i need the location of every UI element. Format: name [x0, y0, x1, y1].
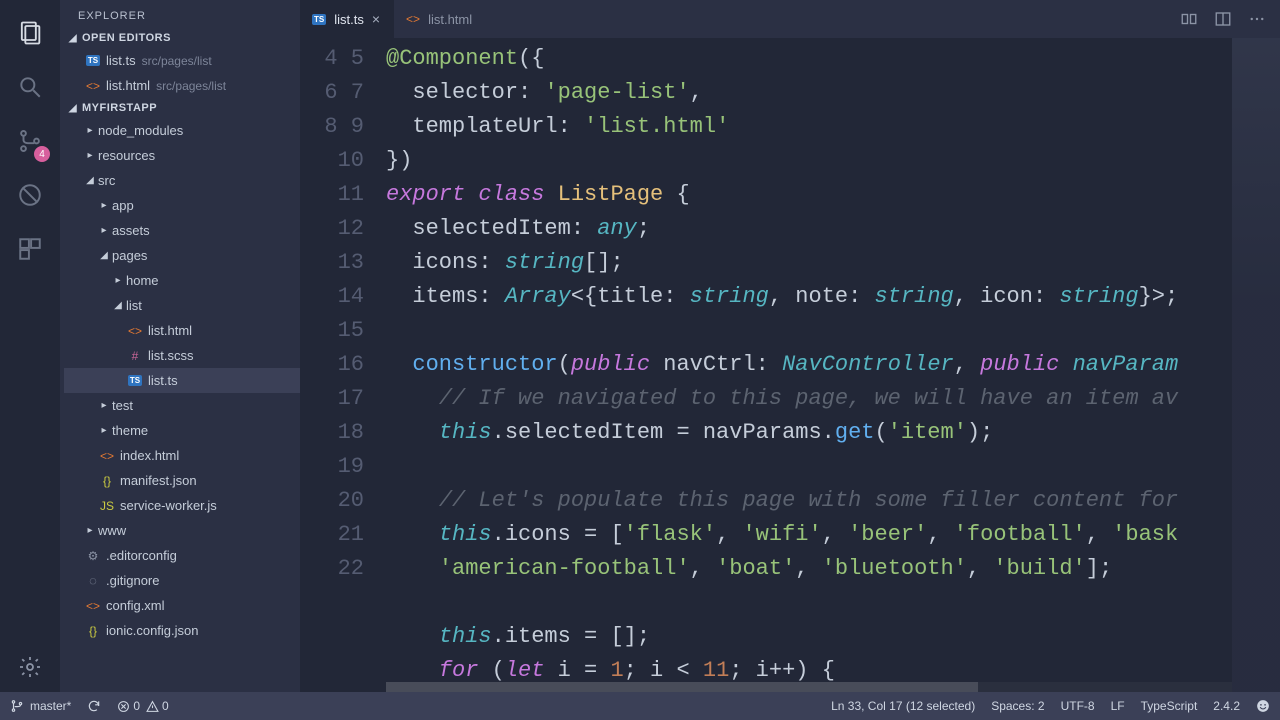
language-status[interactable]: TypeScript: [1141, 699, 1198, 713]
json-file-icon: {}: [84, 624, 102, 638]
editor-area: TS list.ts × <> list.html: [300, 0, 1280, 692]
sidebar: EXPLORER ◢ OPEN EDITORS TS list.ts src/p…: [60, 0, 300, 692]
line-gutter: 4 5 6 7 8 9 10 11 12 13 14 15 16 17 18 1…: [300, 38, 386, 692]
chevron-down-icon: ◢: [66, 33, 80, 44]
file-editorconfig[interactable]: ⚙.editorconfig: [64, 543, 300, 568]
activity-bar: 4: [0, 0, 60, 692]
tab-list-ts[interactable]: TS list.ts ×: [300, 0, 394, 38]
encoding-status[interactable]: UTF-8: [1061, 699, 1095, 713]
file-gitignore[interactable]: ◌.gitignore: [64, 568, 300, 593]
extensions-activity-icon[interactable]: [0, 222, 60, 276]
horizontal-scrollbar[interactable]: [386, 682, 1232, 692]
open-editor-item[interactable]: <> list.html src/pages/list: [64, 73, 300, 98]
ts-file-icon: TS: [86, 55, 100, 66]
folder-app[interactable]: ▸app: [64, 193, 300, 218]
folder-test[interactable]: ▸test: [64, 393, 300, 418]
editor-actions: [1180, 10, 1280, 28]
html-file-icon: <>: [84, 79, 102, 93]
problems-status[interactable]: 0 0: [117, 699, 168, 713]
html-file-icon: <>: [98, 449, 116, 463]
folder-www[interactable]: ▸www: [64, 518, 300, 543]
file-list-scss[interactable]: #list.scss: [64, 343, 300, 368]
feedback-icon[interactable]: [1256, 699, 1270, 713]
indentation-status[interactable]: Spaces: 2: [991, 699, 1044, 713]
file-list-html[interactable]: <>list.html: [64, 318, 300, 343]
open-editors-section[interactable]: ◢ OPEN EDITORS: [60, 28, 300, 48]
file-config-xml[interactable]: <>config.xml: [64, 593, 300, 618]
folder-theme[interactable]: ▸theme: [64, 418, 300, 443]
cursor-position-status[interactable]: Ln 33, Col 17 (12 selected): [831, 699, 975, 713]
ts-file-icon: TS: [128, 375, 142, 386]
project-section[interactable]: ◢ MYFIRSTAPP: [60, 98, 300, 118]
code-editor[interactable]: 4 5 6 7 8 9 10 11 12 13 14 15 16 17 18 1…: [300, 38, 1280, 692]
file-service-worker[interactable]: JSservice-worker.js: [64, 493, 300, 518]
file-ionic-config[interactable]: {}ionic.config.json: [64, 618, 300, 643]
code-content[interactable]: @Component({ selector: 'page-list', temp…: [386, 38, 1232, 692]
version-status[interactable]: 2.4.2: [1213, 699, 1240, 713]
xml-file-icon: <>: [84, 599, 102, 613]
folder-assets[interactable]: ▸assets: [64, 218, 300, 243]
sidebar-title: EXPLORER: [60, 0, 300, 28]
git-file-icon: ◌: [84, 573, 102, 588]
settings-gear-icon[interactable]: [0, 642, 60, 692]
html-file-icon: <>: [126, 324, 144, 338]
file-manifest-json[interactable]: {}manifest.json: [64, 468, 300, 493]
tab-list-html[interactable]: <> list.html: [394, 0, 486, 38]
gear-file-icon: ⚙: [84, 549, 102, 563]
ts-file-icon: TS: [312, 14, 326, 25]
file-index-html[interactable]: <>index.html: [64, 443, 300, 468]
git-sync-status[interactable]: [87, 699, 101, 713]
explorer-activity-icon[interactable]: [0, 6, 60, 60]
minimap[interactable]: [1232, 38, 1280, 692]
scm-badge: 4: [34, 146, 50, 162]
app-root: 4 EXPLORER ◢ OPEN EDITORS TS: [0, 0, 1280, 720]
editor-tabs: TS list.ts × <> list.html: [300, 0, 1280, 38]
eol-status[interactable]: LF: [1111, 699, 1125, 713]
folder-src[interactable]: ◢src: [64, 168, 300, 193]
compare-icon[interactable]: [1180, 10, 1198, 28]
chevron-down-icon: ◢: [66, 103, 80, 114]
search-activity-icon[interactable]: [0, 60, 60, 114]
more-actions-icon[interactable]: [1248, 10, 1266, 28]
scss-file-icon: #: [126, 349, 144, 363]
scm-activity-icon[interactable]: 4: [0, 114, 60, 168]
json-file-icon: {}: [98, 474, 116, 488]
split-editor-icon[interactable]: [1214, 10, 1232, 28]
status-bar: master* 0 0 Ln 33, Col 17 (12 selected) …: [0, 692, 1280, 720]
file-tree: ▸node_modules ▸resources ◢src ▸app ▸asse…: [60, 118, 300, 643]
folder-resources[interactable]: ▸resources: [64, 143, 300, 168]
close-tab-icon[interactable]: ×: [372, 11, 380, 27]
js-file-icon: JS: [98, 499, 116, 513]
git-branch-status[interactable]: master*: [10, 699, 71, 713]
file-list-ts[interactable]: TSlist.ts: [64, 368, 300, 393]
main-row: 4 EXPLORER ◢ OPEN EDITORS TS: [0, 0, 1280, 692]
debug-activity-icon[interactable]: [0, 168, 60, 222]
folder-home[interactable]: ▸home: [64, 268, 300, 293]
folder-pages[interactable]: ◢pages: [64, 243, 300, 268]
html-file-icon: <>: [406, 12, 420, 26]
open-editor-item[interactable]: TS list.ts src/pages/list: [64, 48, 300, 73]
folder-list[interactable]: ◢list: [64, 293, 300, 318]
folder-node-modules[interactable]: ▸node_modules: [64, 118, 300, 143]
open-editors-list: TS list.ts src/pages/list <> list.html s…: [60, 48, 300, 98]
